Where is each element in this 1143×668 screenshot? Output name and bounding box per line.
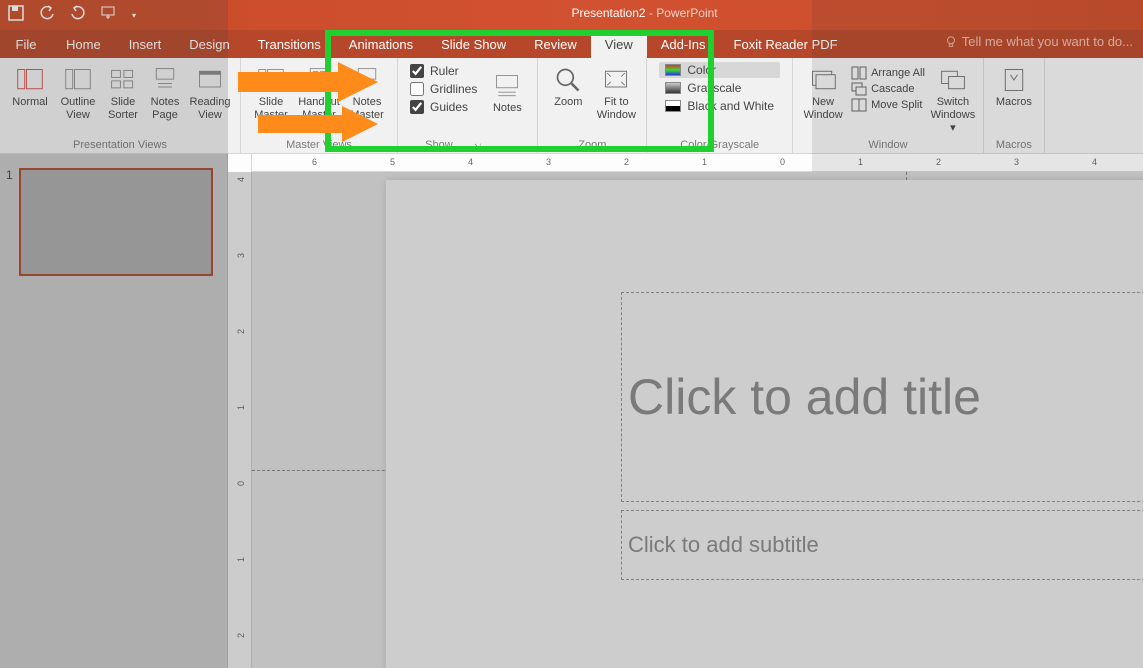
handout-master-button[interactable]: Handout Master bbox=[295, 62, 343, 122]
group-color-grayscale: Color Grayscale Black and White Color/Gr… bbox=[647, 58, 793, 153]
zoom-button[interactable]: Zoom bbox=[544, 62, 592, 122]
undo-icon[interactable] bbox=[39, 5, 55, 26]
tab-foxit[interactable]: Foxit Reader PDF bbox=[720, 30, 852, 58]
title-placeholder[interactable]: Click to add title bbox=[621, 292, 1143, 502]
qat-customize-icon[interactable]: ▾ bbox=[132, 11, 136, 20]
quick-access-toolbar: ▾ bbox=[0, 5, 136, 26]
group-macros: Macros Macros bbox=[984, 58, 1045, 153]
guides-checkbox[interactable]: Guides bbox=[410, 100, 477, 114]
new-window-button[interactable]: New Window bbox=[799, 62, 847, 135]
lightbulb-icon bbox=[944, 35, 958, 49]
grayscale-button[interactable]: Grayscale bbox=[659, 80, 780, 96]
show-launcher-icon[interactable]: ⇲ bbox=[474, 142, 484, 153]
app-name: PowerPoint bbox=[656, 6, 717, 20]
tab-home[interactable]: Home bbox=[52, 30, 115, 58]
color-button[interactable]: Color bbox=[659, 62, 780, 78]
group-window: New Window Arrange All Cascade Move Spli… bbox=[793, 58, 984, 153]
canvas[interactable]: Click to add title Click to add subtitle bbox=[252, 172, 1143, 668]
notes-page-button[interactable]: Notes Page bbox=[144, 62, 186, 122]
vertical-ruler: 43210123 bbox=[228, 154, 252, 668]
redo-icon[interactable] bbox=[70, 5, 86, 26]
outline-view-button[interactable]: Outline View bbox=[54, 62, 102, 122]
fit-to-window-button[interactable]: Fit to Window bbox=[592, 62, 640, 122]
notes-button[interactable]: Notes bbox=[483, 62, 531, 153]
cascade-button[interactable]: Cascade bbox=[851, 82, 925, 96]
save-icon[interactable] bbox=[8, 5, 24, 26]
group-show: Ruler Gridlines Guides Show⇲ Notes bbox=[398, 58, 538, 153]
ruler-checkbox[interactable]: Ruler bbox=[410, 64, 477, 78]
group-master-views: Slide Master Handout Master Notes Master… bbox=[241, 58, 398, 153]
tab-view[interactable]: View bbox=[591, 30, 647, 58]
tab-animations[interactable]: Animations bbox=[335, 30, 427, 58]
titlebar: ▾ Presentation2 - PowerPoint bbox=[0, 0, 1143, 30]
group-presentation-views: Normal Outline View Slide Sorter Notes P… bbox=[0, 58, 241, 153]
slide-editor: 43210123 654321012345 Click to add title… bbox=[228, 154, 1143, 668]
document-title: Presentation2 bbox=[572, 6, 646, 20]
black-white-button[interactable]: Black and White bbox=[659, 98, 780, 114]
normal-view-button[interactable]: Normal bbox=[6, 62, 54, 122]
tab-file[interactable]: File bbox=[0, 30, 52, 58]
move-split-button[interactable]: Move Split bbox=[851, 98, 925, 112]
tab-insert[interactable]: Insert bbox=[115, 30, 176, 58]
ribbon: Normal Outline View Slide Sorter Notes P… bbox=[0, 58, 1143, 154]
tab-transitions[interactable]: Transitions bbox=[244, 30, 335, 58]
gridlines-checkbox[interactable]: Gridlines bbox=[410, 82, 477, 96]
slide-thumbnails-pane[interactable]: 1 bbox=[0, 154, 228, 668]
slide-master-button[interactable]: Slide Master bbox=[247, 62, 295, 122]
subtitle-placeholder[interactable]: Click to add subtitle bbox=[621, 510, 1143, 580]
horizontal-ruler: 654321012345 bbox=[252, 154, 1143, 172]
tab-slideshow[interactable]: Slide Show bbox=[427, 30, 520, 58]
switch-windows-button[interactable]: Switch Windows ▾ bbox=[929, 62, 977, 135]
thumbnail-slide-1[interactable]: 1 bbox=[0, 168, 227, 276]
reading-view-button[interactable]: Reading View bbox=[186, 62, 234, 122]
workarea: 1 43210123 654321012345 Click to add tit… bbox=[0, 154, 1143, 668]
tab-review[interactable]: Review bbox=[520, 30, 591, 58]
tell-me-search[interactable]: Tell me what you want to do... bbox=[944, 34, 1133, 49]
group-zoom: Zoom Fit to Window Zoom bbox=[538, 58, 647, 153]
ribbon-tabs: File Home Insert Design Transitions Anim… bbox=[0, 30, 1143, 58]
arrange-all-button[interactable]: Arrange All bbox=[851, 66, 925, 80]
notes-master-button[interactable]: Notes Master bbox=[343, 62, 391, 122]
macros-button[interactable]: Macros bbox=[990, 62, 1038, 109]
start-from-beginning-icon[interactable] bbox=[101, 5, 117, 26]
slide-sorter-button[interactable]: Slide Sorter bbox=[102, 62, 144, 122]
tab-addins[interactable]: Add-Ins bbox=[647, 30, 720, 58]
tab-design[interactable]: Design bbox=[175, 30, 243, 58]
slide[interactable]: Click to add title Click to add subtitle bbox=[386, 180, 1143, 668]
